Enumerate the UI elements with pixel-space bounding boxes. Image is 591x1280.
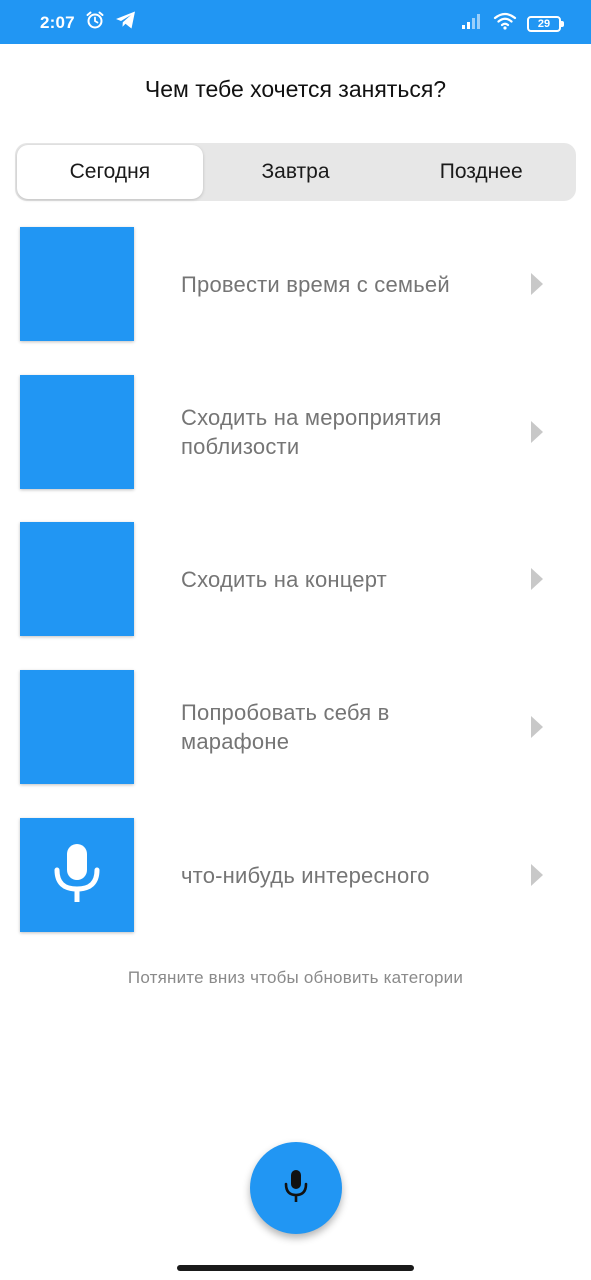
chevron-right-icon: [531, 421, 543, 443]
tab-later[interactable]: Позднее: [388, 145, 574, 199]
list-item-voice[interactable]: что-нибудь интересного: [0, 818, 591, 936]
status-bar: 2:07 29: [0, 0, 591, 44]
item-label: Провести время с семьей: [181, 271, 450, 297]
telegram-icon: [115, 10, 137, 35]
status-right: 29: [461, 12, 564, 35]
tab-tomorrow[interactable]: Завтра: [203, 145, 389, 199]
refresh-hint: Потяните вниз чтобы обновить категории: [127, 968, 464, 987]
item-thumbnail: [20, 375, 134, 489]
item-label: Сходить на мероприятия поблизости: [181, 405, 442, 459]
item-label: Сходить на концерт: [181, 566, 387, 592]
chevron-right-icon: [531, 568, 543, 590]
wifi-icon: [493, 12, 517, 35]
chevron-right-icon: [531, 273, 543, 295]
home-indicator[interactable]: [177, 1265, 414, 1271]
item-thumbnail: [20, 670, 134, 784]
alarm-icon: [85, 10, 105, 35]
list-item-concert[interactable]: Сходить на концерт: [0, 522, 591, 640]
screen: 2:07 29 Чем тебе хочется заняться? Сегод…: [0, 0, 591, 1280]
page-title: Чем тебе хочется заняться?: [144, 76, 447, 102]
item-thumbnail: [20, 522, 134, 636]
item-label: Попробовать себя в марафоне: [181, 700, 390, 754]
microphone-icon: [283, 1169, 309, 1208]
list-item-marathon[interactable]: Попробовать себя в марафоне: [0, 670, 591, 788]
signal-icon: [461, 13, 483, 34]
tab-today[interactable]: Сегодня: [17, 145, 203, 199]
list-item-events[interactable]: Сходить на мероприятия поблизости: [0, 375, 591, 493]
chevron-right-icon: [531, 864, 543, 886]
status-time: 2:07: [40, 12, 75, 32]
item-thumbnail: [20, 818, 134, 932]
status-left: 2:07: [40, 10, 137, 35]
battery-icon: 29: [527, 15, 564, 32]
list-item-family[interactable]: Провести время с семьей: [0, 227, 591, 345]
voice-input-button[interactable]: [250, 1142, 342, 1234]
chevron-right-icon: [531, 716, 543, 738]
tab-bar: Сегодня Завтра Позднее: [15, 143, 576, 201]
microphone-icon: [52, 842, 102, 909]
item-thumbnail: [20, 227, 134, 341]
item-label: что-нибудь интересного: [181, 862, 430, 888]
